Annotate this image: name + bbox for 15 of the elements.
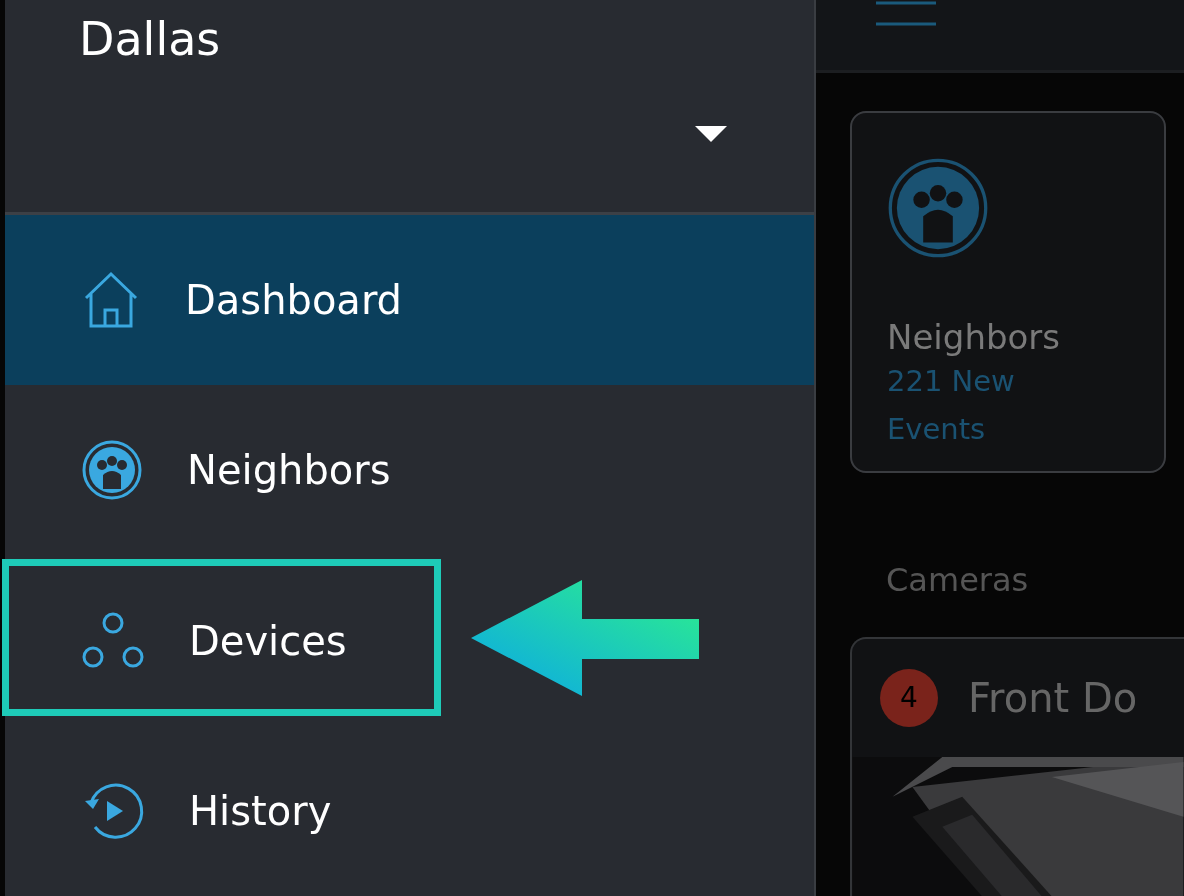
card-title: Neighbors — [887, 317, 1061, 357]
nav-item[interactable]: Devices — [5, 555, 814, 726]
people-icon — [81, 439, 143, 502]
people-icon — [887, 157, 989, 259]
location-name: Dallas — [79, 12, 221, 66]
count-badge: 4 — [880, 668, 938, 727]
menu-icon[interactable] — [876, 0, 938, 28]
nav-item[interactable]: History — [5, 725, 814, 896]
neighbors-card[interactable]: Neighbors 221 New Events — [850, 111, 1166, 473]
nav-item[interactable]: Neighbors — [5, 385, 814, 556]
camera-name: Front Do — [968, 674, 1138, 721]
section-title: Cameras — [886, 561, 1030, 599]
nav-item[interactable]: Dashboard — [5, 215, 814, 386]
dropdown-caret-icon[interactable] — [695, 126, 727, 142]
events-count: 221 New Events — [887, 363, 1016, 448]
